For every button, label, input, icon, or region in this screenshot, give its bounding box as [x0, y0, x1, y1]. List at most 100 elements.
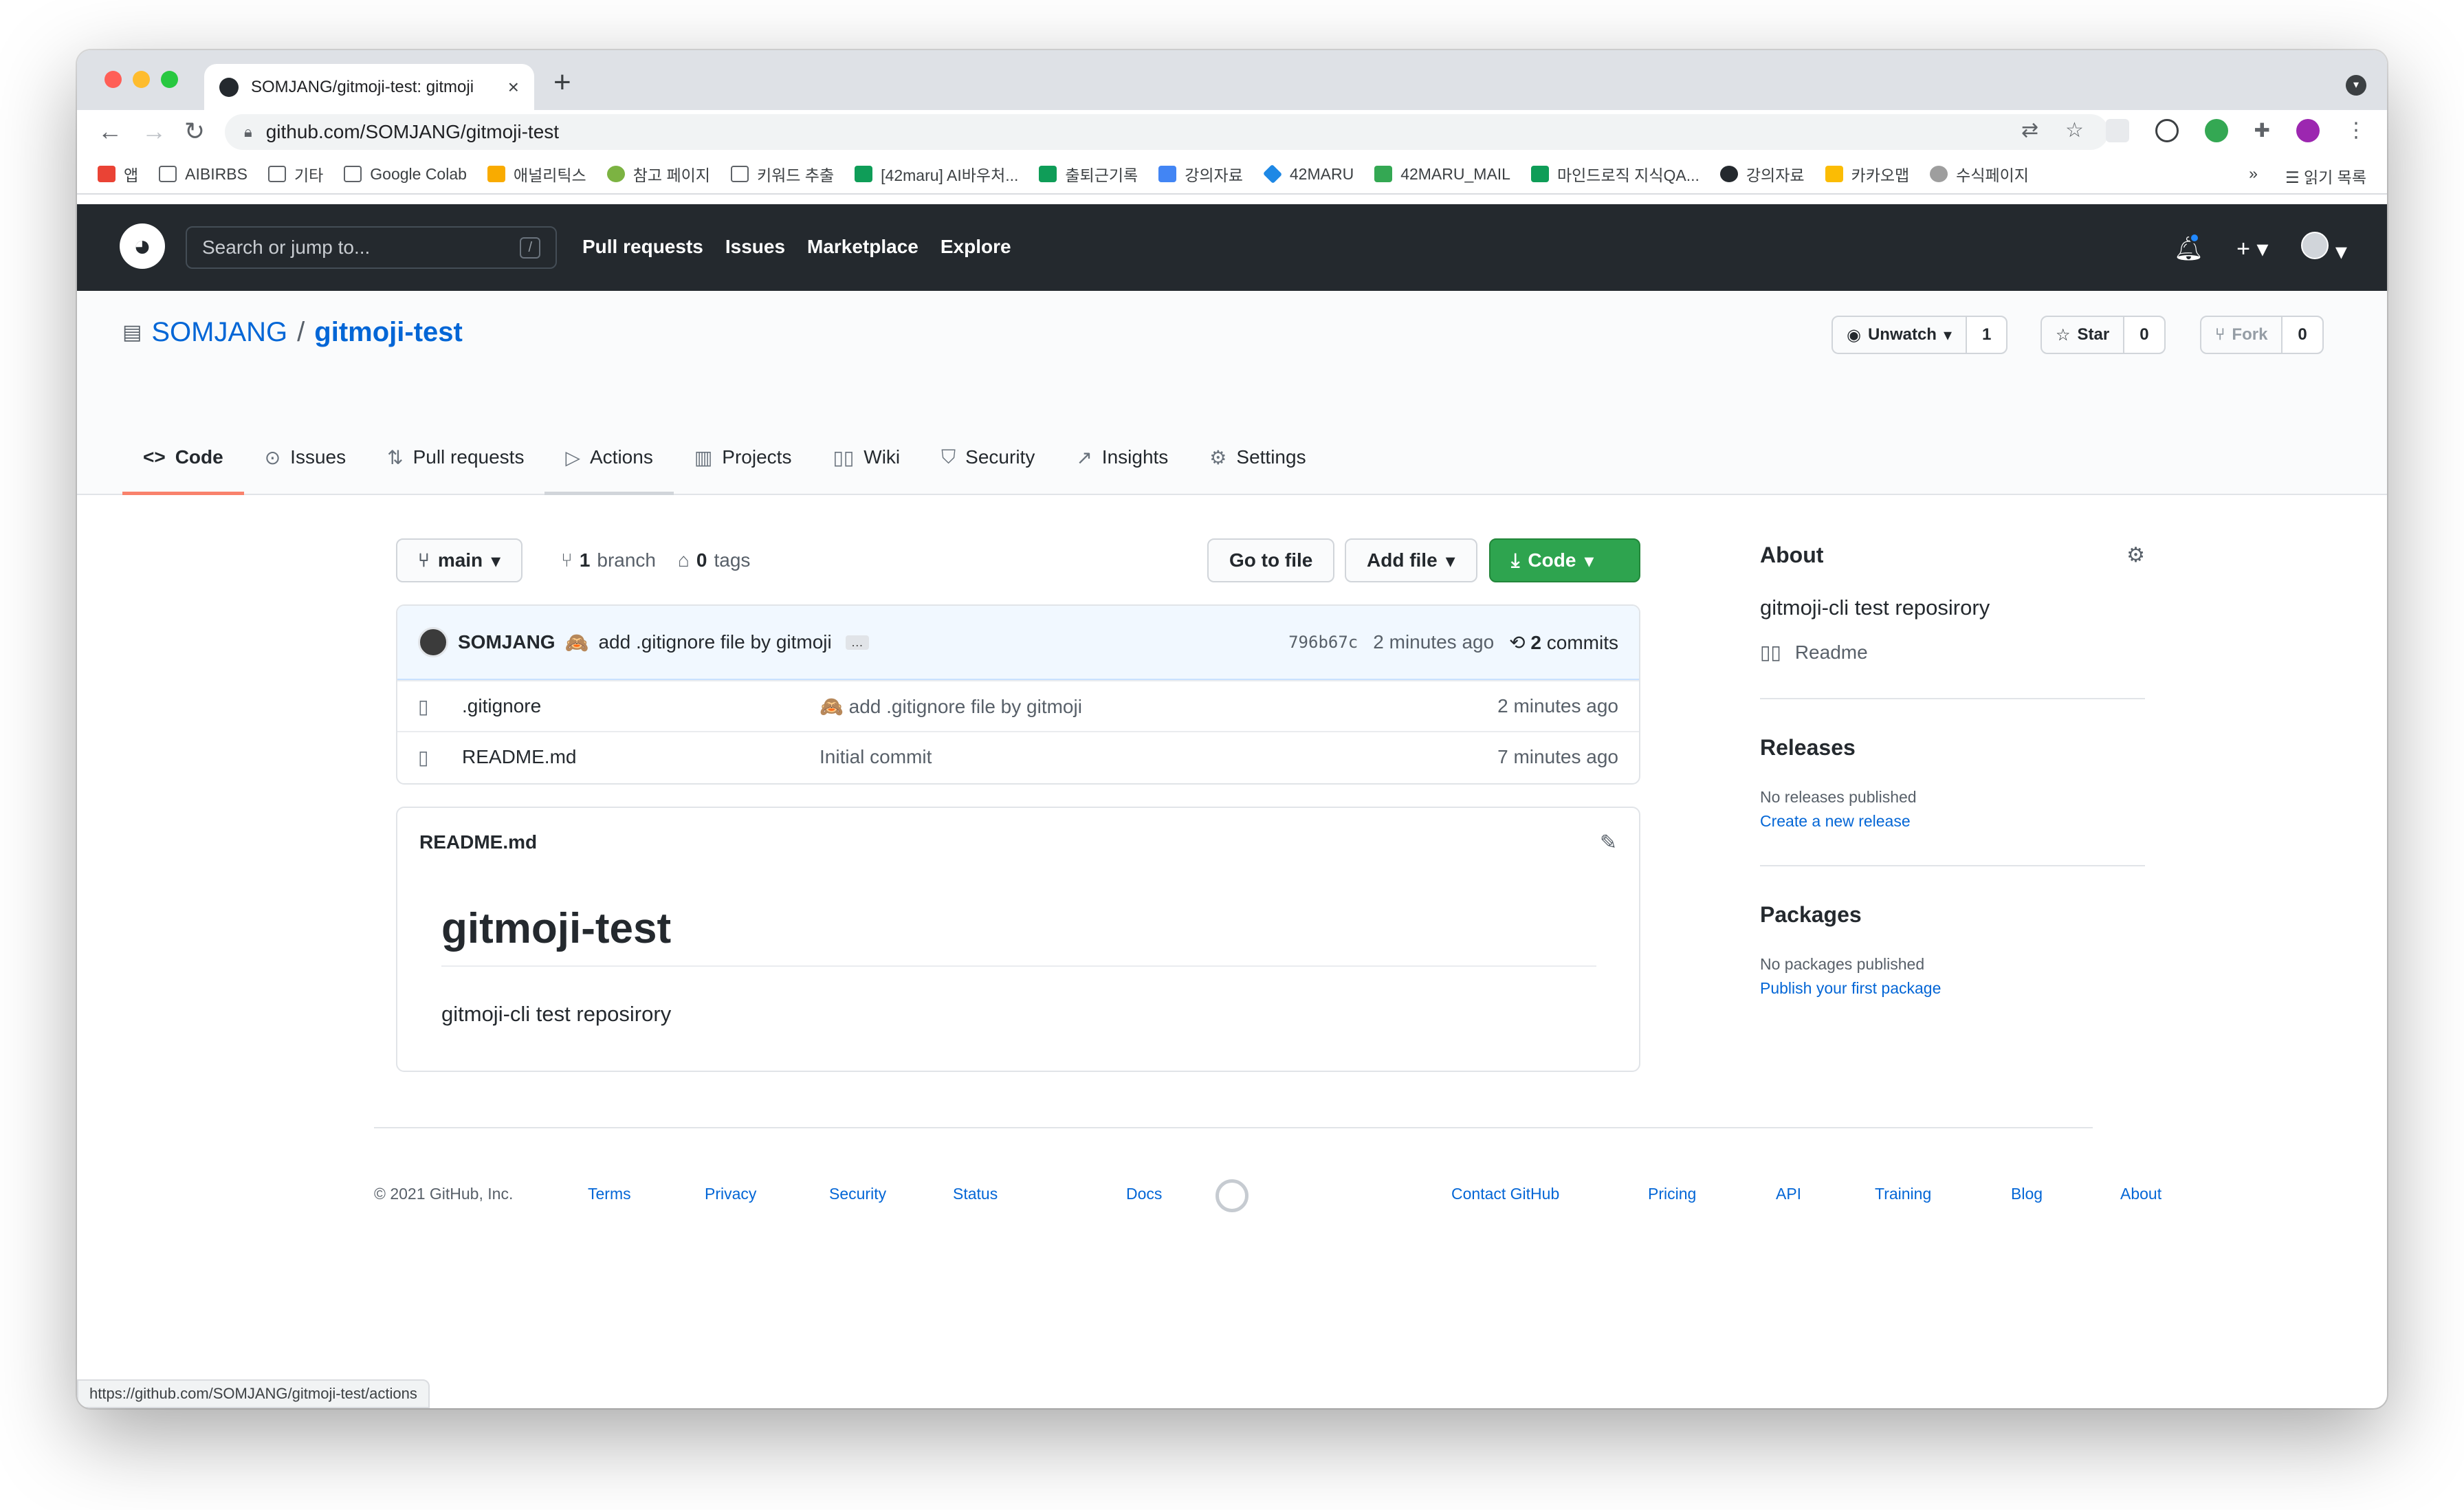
star-icon: ☆ — [2056, 325, 2071, 344]
commits-history-link[interactable]: ⟲ 2 commits — [1509, 631, 1618, 654]
footer-link-about[interactable]: About — [2120, 1185, 2162, 1203]
footer-link-blog[interactable]: Blog — [2011, 1185, 2043, 1203]
commit-message-link[interactable]: add .gitignore file by gitmoji — [598, 631, 831, 653]
watch-count[interactable]: 1 — [1967, 317, 2007, 353]
bookmark-item[interactable]: 참고 페이지 — [606, 162, 710, 186]
browser-tab[interactable]: SOMJANG/gitmoji-test: gitmoji × — [204, 64, 534, 110]
file-commit-message-link[interactable]: 🙈 add .gitignore file by gitmoji — [820, 695, 1497, 718]
create-release-link[interactable]: Create a new release — [1760, 812, 2145, 831]
reload-icon[interactable]: ↻ — [184, 117, 205, 146]
tab-settings[interactable]: ⚙ Settings — [1189, 442, 1326, 495]
tab-pull-requests[interactable]: ⇅ Pull requests — [366, 442, 544, 495]
footer-link-security[interactable]: Security — [829, 1185, 886, 1203]
bookmarks-more-button[interactable]: » — [2249, 164, 2258, 188]
go-to-file-button[interactable]: Go to file — [1207, 538, 1335, 582]
user-menu-button[interactable]: ▾ — [2301, 232, 2347, 265]
bookmark-item[interactable]: 카카오맵 — [1825, 162, 1909, 186]
footer-link-privacy[interactable]: Privacy — [705, 1185, 756, 1203]
tab-code[interactable]: <> Code — [122, 442, 244, 495]
github-logo-icon[interactable]: ◕ — [120, 223, 165, 269]
tab-wiki[interactable]: ▯▯ Wiki — [812, 442, 921, 495]
edit-pencil-icon[interactable]: ✎ — [1600, 831, 1617, 855]
file-commit-message-link[interactable]: Initial commit — [820, 746, 1497, 768]
code-download-button[interactable]: ⤓ Code ▾ — [1489, 538, 1640, 582]
reading-list-button[interactable]: ☰ 읽기 목록 — [2285, 164, 2366, 188]
extension-icons: ✚ ⋮ — [2105, 118, 2366, 142]
tab-security[interactable]: ⛉ Security — [921, 442, 1055, 495]
evernote-extension-icon[interactable] — [2204, 118, 2228, 142]
bookmark-item[interactable]: 강의자료 — [1158, 162, 1243, 186]
tab-projects[interactable]: ▥ Projects — [674, 442, 813, 495]
bookmark-item[interactable]: AIBIRBS — [159, 165, 248, 184]
readme-link[interactable]: ▯▯ Readme — [1760, 641, 2145, 664]
commit-expand-button[interactable]: … — [845, 635, 869, 650]
tab-issues[interactable]: ⊙ Issues — [244, 442, 366, 495]
close-tab-icon[interactable]: × — [508, 76, 519, 98]
chrome-menu-icon[interactable]: ⋮ — [2346, 118, 2366, 142]
tab-insights[interactable]: ↗ Insights — [1055, 442, 1189, 495]
star-button[interactable]: ☆ Star — [2042, 317, 2125, 353]
publish-package-link[interactable]: Publish your first package — [1760, 979, 2145, 998]
back-icon[interactable]: ← — [98, 117, 122, 146]
tab-actions[interactable]: ▷ Actions — [544, 442, 674, 495]
footer-link-pricing[interactable]: Pricing — [1648, 1185, 1696, 1203]
nav-explore[interactable]: Explore — [940, 236, 1011, 258]
branches-link[interactable]: ⑂ 1 branch — [561, 549, 656, 571]
bookmark-item[interactable]: 42MARU — [1262, 164, 1354, 184]
bookmark-item[interactable]: 출퇴근기록 — [1039, 162, 1138, 186]
bookmark-item[interactable]: 42MARU_MAIL — [1374, 165, 1510, 184]
footer-link-terms[interactable]: Terms — [588, 1185, 631, 1203]
fork-count[interactable]: 0 — [2282, 317, 2322, 353]
unwatch-button[interactable]: ◉ Unwatch ▾ — [1833, 317, 1968, 353]
bookmark-item[interactable]: 수식페이지 — [1930, 162, 2029, 186]
nav-issues[interactable]: Issues — [725, 236, 785, 258]
file-name-link[interactable]: README.md — [462, 746, 820, 768]
repo-name-link[interactable]: gitmoji-test — [314, 317, 463, 348]
cast-extension-icon[interactable] — [2105, 118, 2129, 142]
create-new-plus-icon[interactable]: + ▾ — [2236, 235, 2268, 263]
footer-link-training[interactable]: Training — [1875, 1185, 1931, 1203]
star-count[interactable]: 0 — [2124, 317, 2164, 353]
repo-owner-link[interactable]: SOMJANG — [151, 317, 287, 348]
releases-title[interactable]: Releases — [1760, 735, 2145, 761]
minimize-window-button[interactable] — [133, 71, 150, 88]
bookmark-item[interactable]: 앱 — [98, 162, 138, 186]
bookmark-item[interactable]: 애널리틱스 — [487, 162, 586, 186]
add-file-button[interactable]: Add file ▾ — [1345, 538, 1477, 582]
footer-link-status[interactable]: Status — [953, 1185, 998, 1203]
bookmark-item[interactable]: [42maru] AI바우처... — [855, 162, 1018, 186]
file-name-link[interactable]: .gitignore — [462, 695, 820, 717]
fork-button[interactable]: ⑂ Fork — [2201, 317, 2283, 353]
notifications-bell-icon[interactable]: 🔔︎ — [2174, 232, 2203, 263]
profile-avatar[interactable] — [2296, 118, 2320, 142]
maximize-window-button[interactable] — [161, 71, 178, 88]
forward-icon[interactable]: → — [142, 117, 166, 146]
new-tab-button[interactable]: + — [553, 65, 571, 100]
bookmark-item[interactable]: Google Colab — [344, 165, 467, 184]
packages-title[interactable]: Packages — [1760, 902, 2145, 928]
bookmark-item[interactable]: 강의자료 — [1719, 162, 1805, 186]
nav-pull-requests[interactable]: Pull requests — [582, 236, 703, 258]
tags-link[interactable]: ⌂ 0 tags — [678, 549, 750, 571]
search-input[interactable]: Search or jump to... / — [186, 226, 557, 269]
bookmark-item[interactable]: 키워드 추출 — [730, 162, 834, 186]
address-bar[interactable]: 🔒︎ github.com/SOMJANG/gitmoji-test — [225, 114, 2109, 150]
commit-sha-link[interactable]: 796b67c — [1288, 633, 1358, 652]
tab-search-icon[interactable]: ▾ — [2346, 75, 2366, 96]
footer-link-docs[interactable]: Docs — [1126, 1185, 1162, 1203]
bookmark-star-icon[interactable]: ☆ — [2065, 118, 2084, 142]
commit-author-link[interactable]: SOMJANG — [458, 631, 556, 653]
nav-marketplace[interactable]: Marketplace — [807, 236, 918, 258]
footer-link-api[interactable]: API — [1776, 1185, 1801, 1203]
close-window-button[interactable] — [104, 71, 122, 88]
translate-icon[interactable]: ⇄ — [2021, 118, 2038, 142]
extension-icon[interactable] — [2155, 118, 2179, 142]
puzzle-extensions-icon[interactable]: ✚ — [2254, 119, 2270, 142]
github-logo-icon[interactable] — [1216, 1179, 1248, 1212]
bookmark-item[interactable]: 기타 — [267, 162, 323, 186]
avatar[interactable] — [418, 627, 448, 657]
branch-select-button[interactable]: ⑂ main ▾ — [396, 538, 523, 582]
gear-icon[interactable]: ⚙ — [2126, 543, 2145, 567]
bookmark-item[interactable]: 마인드로직 지식QA... — [1530, 162, 1700, 186]
footer-link-contact[interactable]: Contact GitHub — [1451, 1185, 1559, 1203]
